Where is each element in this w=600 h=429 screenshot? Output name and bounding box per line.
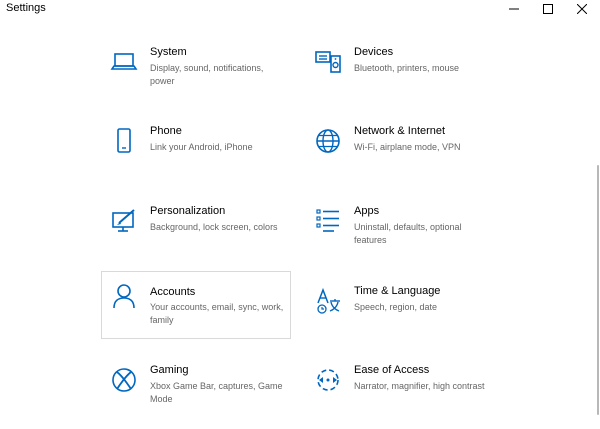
title-bar: Settings xyxy=(0,0,600,18)
category-name: Ease of Access xyxy=(354,364,430,376)
category-name: Time & Language xyxy=(354,285,441,297)
globe-icon xyxy=(314,127,342,155)
settings-category-time-language[interactable]: Time & Language Speech, region, date xyxy=(306,283,494,349)
settings-category-gaming[interactable]: Gaming Xbox Game Bar, captures, Game Mod… xyxy=(102,362,290,428)
person-icon xyxy=(110,282,138,310)
category-description: Your accounts, email, sync, work, family xyxy=(150,302,284,325)
minimize-button[interactable] xyxy=(497,0,531,18)
category-description: Xbox Game Bar, captures, Game Mode xyxy=(150,381,283,404)
xbox-icon xyxy=(110,366,138,394)
category-name: Network & Internet xyxy=(354,125,446,137)
category-description: Narrator, magnifier, high contrast xyxy=(354,381,485,391)
minimize-icon xyxy=(509,8,519,10)
settings-category-network-internet[interactable]: Network & Internet Wi-Fi, airplane mode,… xyxy=(306,123,494,189)
apps-list-icon xyxy=(314,207,342,235)
window-title: Settings xyxy=(6,2,46,14)
keyboard-speaker-icon xyxy=(314,48,342,76)
category-description: Background, lock screen, colors xyxy=(150,222,278,232)
settings-category-phone[interactable]: Phone Link your Android, iPhone xyxy=(102,123,290,189)
paint-brush-monitor-icon xyxy=(110,207,138,235)
category-name: Accounts xyxy=(150,286,196,298)
category-description: Speech, region, date xyxy=(354,302,438,312)
maximize-icon xyxy=(543,4,553,14)
settings-category-ease-of-access[interactable]: Ease of Access Narrator, magnifier, high… xyxy=(306,362,494,428)
settings-category-system[interactable]: System Display, sound, notifications, po… xyxy=(102,44,290,110)
ease-of-access-icon xyxy=(314,366,342,394)
settings-category-accounts[interactable]: Accounts Your accounts, email, sync, wor… xyxy=(101,271,291,339)
category-description: Display, sound, notifications, power xyxy=(150,63,264,86)
time-language-icon xyxy=(314,287,342,315)
category-name: Apps xyxy=(354,205,380,217)
category-name: Gaming xyxy=(150,364,189,376)
category-description: Uninstall, defaults, optional features xyxy=(354,222,462,245)
category-name: Phone xyxy=(150,125,182,137)
close-icon xyxy=(577,4,587,14)
scrollbar-thumb[interactable] xyxy=(597,165,599,415)
settings-category-devices[interactable]: Devices Bluetooth, printers, mouse xyxy=(306,44,494,110)
phone-icon xyxy=(110,127,138,155)
maximize-button[interactable] xyxy=(531,0,565,18)
category-description: Bluetooth, printers, mouse xyxy=(354,63,460,73)
close-button[interactable] xyxy=(565,0,599,18)
category-name: Personalization xyxy=(150,205,226,217)
settings-category-apps[interactable]: Apps Uninstall, defaults, optional featu… xyxy=(306,203,494,269)
settings-category-personalization[interactable]: Personalization Background, lock screen,… xyxy=(102,203,290,269)
category-name: System xyxy=(150,46,187,58)
category-description: Wi-Fi, airplane mode, VPN xyxy=(354,142,461,152)
category-name: Devices xyxy=(354,46,394,58)
category-description: Link your Android, iPhone xyxy=(150,142,253,152)
laptop-icon xyxy=(110,48,138,76)
